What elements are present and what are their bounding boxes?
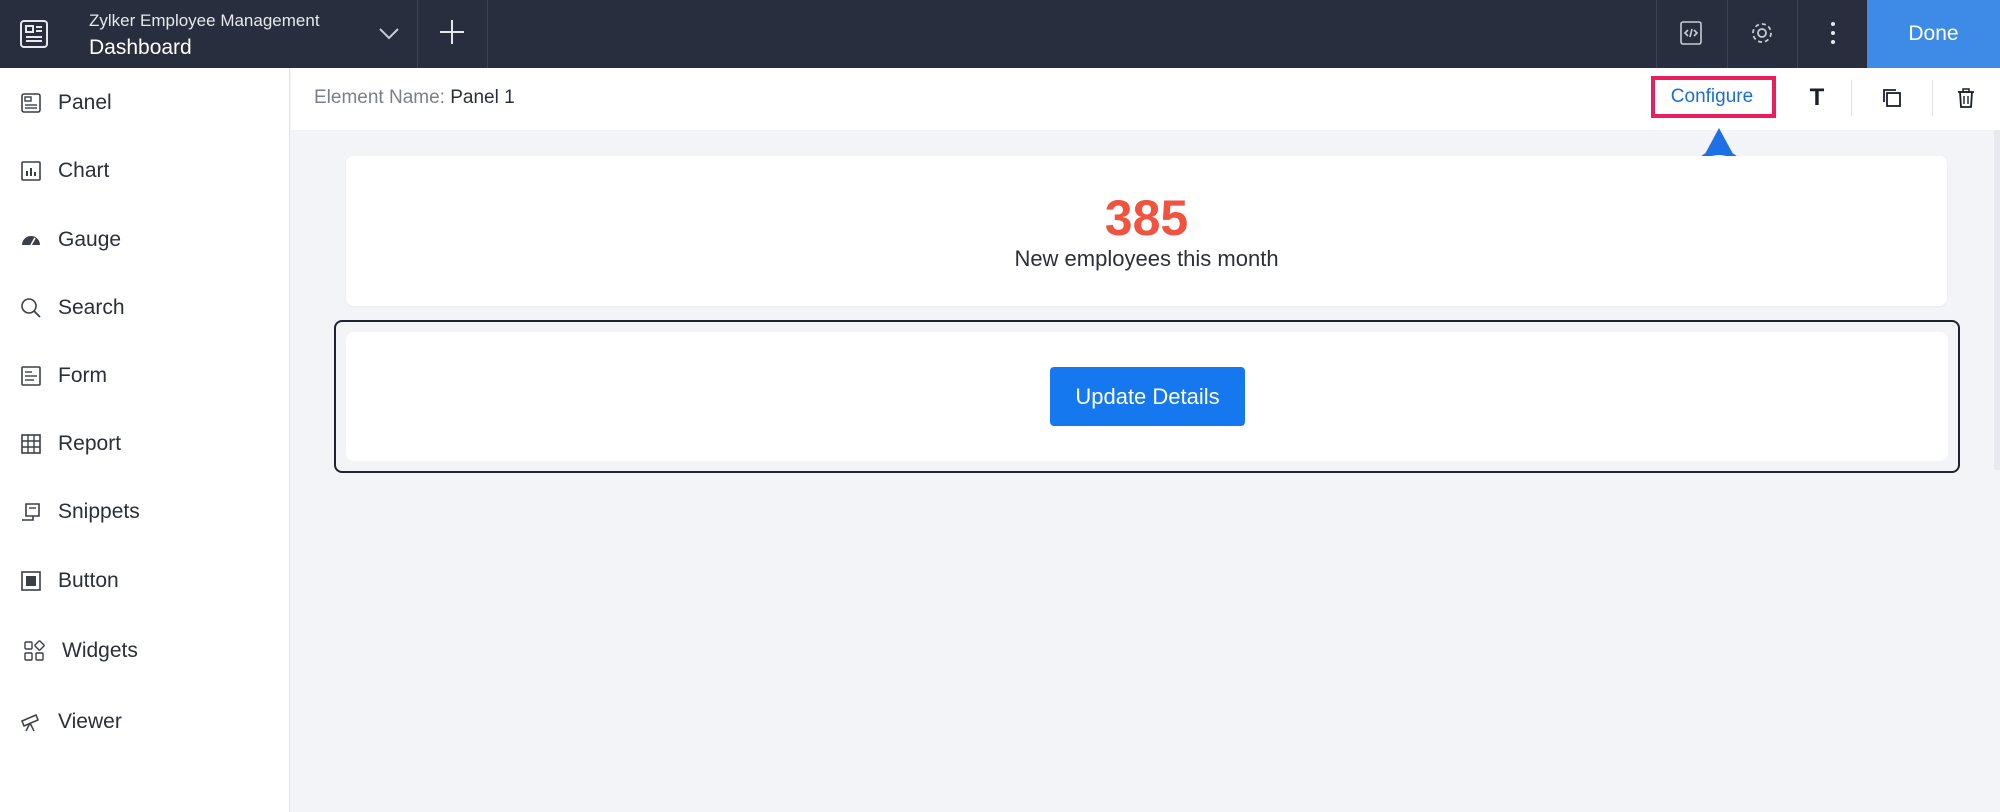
sidebar-item-button[interactable]: Button <box>0 558 290 604</box>
chart-icon <box>19 159 43 183</box>
app-title: Zylker Employee Management Dashboard <box>89 10 320 62</box>
divider <box>487 0 488 68</box>
report-icon <box>19 432 43 456</box>
element-name-label: Element Name: Panel 1 <box>314 87 515 108</box>
search-icon <box>19 296 43 320</box>
sidebar-item-label: Form <box>58 364 107 387</box>
sidebar-item-label: Snippets <box>58 500 140 523</box>
stat-caption: New employees this month <box>1014 246 1279 271</box>
sidebar-item-gauge[interactable]: Gauge <box>0 217 290 263</box>
sidebar-item-label: Gauge <box>58 228 122 251</box>
add-icon[interactable] <box>437 17 467 47</box>
app-icon[interactable] <box>18 18 50 50</box>
snippets-icon <box>19 500 43 524</box>
element-name-bar: Element Name: Panel 1 Configure T <box>291 68 2000 130</box>
code-icon[interactable] <box>1674 16 1708 50</box>
sidebar-item-label: Report <box>58 432 122 455</box>
gauge-icon <box>19 228 43 252</box>
app-name: Zylker Employee Management <box>89 11 320 30</box>
divider <box>1656 0 1657 68</box>
form-icon <box>19 364 43 388</box>
divider <box>1932 80 1933 116</box>
button-icon <box>19 569 43 593</box>
sidebar-item-chart[interactable]: Chart <box>0 148 290 194</box>
text-format-icon[interactable]: T <box>1801 82 1833 114</box>
sidebar-item-snippets[interactable]: Snippets <box>0 489 290 535</box>
duplicate-icon[interactable] <box>1876 82 1908 114</box>
divider <box>1797 0 1798 68</box>
done-button[interactable]: Done <box>1867 0 2000 68</box>
stat-panel[interactable]: 385 New employees this month <box>346 156 1947 306</box>
divider <box>417 0 418 68</box>
configure-button[interactable]: Configure <box>1652 78 1772 116</box>
widgets-icon <box>22 639 46 663</box>
sidebar-item-label: Viewer <box>58 710 122 733</box>
element-name-value: Panel 1 <box>450 87 515 108</box>
sidebar-item-label: Panel <box>58 91 112 114</box>
button-panel[interactable]: Update Details <box>346 332 1948 461</box>
sidebar-item-label: Button <box>58 569 119 592</box>
divider <box>1727 0 1728 68</box>
sidebar-item-search[interactable]: Search <box>0 285 290 331</box>
divider <box>1851 80 1852 116</box>
page-name: Dashboard <box>89 36 192 59</box>
update-details-button[interactable]: Update Details <box>1050 367 1245 426</box>
sidebar-item-report[interactable]: Report <box>0 421 290 467</box>
sidebar: Panel Chart Gauge Search Form Report Sni… <box>0 68 290 812</box>
sidebar-item-form[interactable]: Form <box>0 353 290 399</box>
sidebar-item-label: Widgets <box>62 639 138 662</box>
scrollbar[interactable] <box>1994 130 2000 470</box>
panel-icon <box>19 91 43 115</box>
sidebar-item-viewer[interactable]: Viewer <box>0 699 290 745</box>
stat-number: 385 <box>1104 190 1189 246</box>
sidebar-item-label: Chart <box>58 159 110 182</box>
viewer-icon <box>19 710 43 734</box>
chevron-down-icon[interactable] <box>376 20 402 46</box>
top-bar: Zylker Employee Management Dashboard Don… <box>0 0 2000 68</box>
trash-icon[interactable] <box>1950 82 1982 114</box>
sidebar-item-panel[interactable]: Panel <box>0 80 290 126</box>
sidebar-item-widgets[interactable]: Widgets <box>0 628 290 674</box>
sidebar-item-label: Search <box>58 296 125 319</box>
gear-icon[interactable] <box>1745 16 1779 50</box>
more-icon[interactable] <box>1816 16 1850 50</box>
